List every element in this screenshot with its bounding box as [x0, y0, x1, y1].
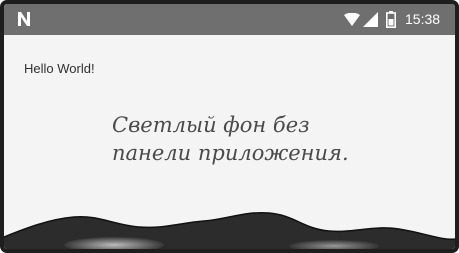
n-notification-icon	[18, 12, 30, 26]
annotation-line-1: Светлый фон без	[112, 113, 310, 137]
cell-signal-icon	[363, 12, 378, 27]
annotation-text: Светлый фон без панели приложения.	[112, 111, 412, 167]
wifi-icon	[344, 13, 360, 26]
device-screen-frame: 15:38 Hello World! Светлый фон без панел…	[0, 0, 459, 253]
status-icons-group: 15:38	[335, 4, 455, 35]
app-content: Hello World! Светлый фон без панели прил…	[4, 35, 455, 249]
status-clock: 15:38	[405, 11, 441, 27]
status-bar: 15:38	[4, 4, 455, 35]
annotation-line-2: панели приложения.	[112, 141, 349, 165]
hello-world-text: Hello World!	[24, 61, 95, 76]
battery-icon	[386, 11, 396, 28]
torn-edge-decoration	[4, 211, 455, 249]
